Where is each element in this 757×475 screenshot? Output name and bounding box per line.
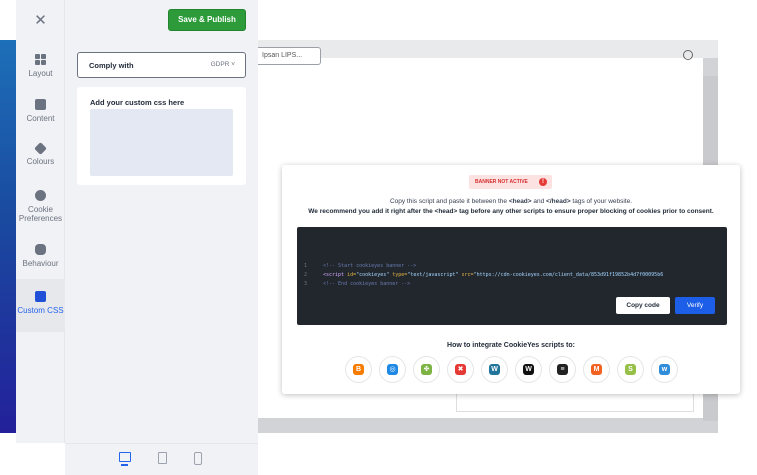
custom-css-title: Add your custom css here: [90, 98, 185, 107]
comply-with-select[interactable]: Comply with GDPR ˅: [77, 52, 246, 78]
cookie-preferences-icon: [35, 190, 46, 201]
sidebar-item-behaviour[interactable]: Behaviour: [16, 244, 65, 268]
custom-css-input[interactable]: [90, 109, 233, 176]
joomla-icon-1[interactable]: ✤: [413, 356, 440, 383]
code-text: type=: [389, 272, 408, 278]
instruction-part: <head>: [508, 198, 532, 205]
wix-icon-glyph: W: [523, 364, 534, 375]
squarespace-icon-1[interactable]: ◎: [379, 356, 406, 383]
shopify-icon-glyph: S: [625, 364, 636, 375]
integrate-title: How to integrate CookieYes scripts to:: [447, 342, 575, 349]
sidebar-item-custom-css[interactable]: Custom CSS: [16, 279, 65, 332]
comply-with-label: Comply with: [89, 61, 134, 70]
instruction-part: </head>: [546, 198, 571, 205]
squarespace-icon-glyph: ≡: [557, 364, 568, 375]
integration-list: B ◎ ✤ ✖ W W ≡ M Sw: [345, 356, 678, 384]
mobile-icon[interactable]: [194, 452, 202, 465]
status-badge-label: BANNER NOT ACTIVE: [475, 179, 528, 185]
joomla-icon-glyph: ✖: [455, 364, 466, 375]
magento-icon-glyph: M: [591, 364, 602, 375]
sidebar-item-content[interactable]: Content: [16, 99, 65, 123]
blogger-icon-glyph: B: [353, 364, 364, 375]
line-number: 1: [304, 263, 308, 269]
magento-icon[interactable]: M: [583, 356, 610, 383]
gear-icon[interactable]: [683, 50, 693, 60]
squarespace-icon-1-glyph: ◎: [387, 364, 398, 375]
line-number: 2: [304, 272, 308, 278]
alert-icon: !: [539, 178, 547, 186]
squarespace-icon[interactable]: ≡: [549, 356, 576, 383]
copy-code-button[interactable]: Copy code: [616, 297, 670, 314]
code-text: <!-- End cookieyes banner -->: [323, 281, 411, 287]
preview-tab: Ipsan LIPS...: [255, 47, 321, 65]
preview-topbar: [258, 40, 718, 58]
code-line: 3 <!-- End cookieyes banner -->: [304, 281, 410, 287]
recommendation-text: We recommend you add it right after the …: [308, 208, 714, 215]
colours-icon: [34, 142, 47, 155]
instruction-part: and: [531, 198, 547, 205]
sidebar-item-label: Content: [26, 114, 55, 123]
code-text: src=: [458, 272, 474, 278]
layout-icon: [35, 54, 46, 65]
instruction-part: tags of your website.: [570, 198, 633, 205]
code-text: "https://cdn-cookieyes.com/client_data/8…: [473, 272, 664, 278]
sidebar-item-colours[interactable]: Colours: [16, 142, 65, 166]
status-badge: BANNER NOT ACTIVE !: [469, 175, 552, 189]
sidebar-item-layout[interactable]: Layout: [16, 54, 65, 78]
instruction-part: Copy this script and paste it between th…: [389, 198, 509, 205]
sidebar-item-label: Behaviour: [22, 259, 59, 268]
code-text: <!-- Start cookieyes banner -->: [323, 263, 417, 269]
wix-icon[interactable]: W: [515, 356, 542, 383]
instruction-text: Copy this script and paste it between th…: [282, 198, 740, 205]
joomla-icon[interactable]: ✖: [447, 356, 474, 383]
script-modal: BANNER NOT ACTIVE ! Copy this script and…: [282, 165, 740, 394]
sidebar-item-label: Custom CSS: [17, 306, 64, 315]
wordpress-icon[interactable]: W: [481, 356, 508, 383]
blogger-icon[interactable]: B: [345, 356, 372, 383]
verify-button[interactable]: Verify: [675, 297, 715, 314]
close-icon[interactable]: ✕: [16, 10, 65, 32]
content-icon: [35, 99, 46, 110]
save-publish-button[interactable]: Save & Publish: [168, 9, 246, 31]
shopify-icon[interactable]: S: [617, 356, 644, 383]
code-text: "text/javascript": [407, 272, 459, 278]
custom-css-card: Add your custom css here: [77, 87, 246, 185]
weebly-icon-glyph: w: [659, 364, 670, 375]
custom-css-icon: [35, 291, 46, 302]
weebly-icon[interactable]: w: [651, 356, 678, 383]
code-text: "cookieyes": [356, 272, 390, 278]
joomla-icon-1-glyph: ✤: [421, 364, 432, 375]
line-number: 3: [304, 281, 308, 287]
behaviour-icon: [35, 244, 46, 255]
wordpress-icon-glyph: W: [489, 364, 500, 375]
sidebar-item-label: Colours: [26, 157, 55, 166]
sidebar-item-label: Cookie Preferences: [18, 205, 63, 223]
code-line: 2 <script id="cookieyes" type="text/javas…: [304, 272, 663, 278]
comply-with-value: GDPR ˅: [210, 61, 235, 68]
code-text: <script: [323, 272, 348, 278]
desktop-icon[interactable]: [119, 452, 131, 466]
sidebar-item-cookie-preferences[interactable]: Cookie Preferences: [16, 190, 65, 223]
code-line: 1 <!-- Start cookieyes banner -->: [304, 263, 416, 269]
sidebar-item-label: Layout: [28, 69, 53, 78]
tablet-icon[interactable]: [158, 452, 167, 464]
code-text: id=: [347, 272, 357, 278]
